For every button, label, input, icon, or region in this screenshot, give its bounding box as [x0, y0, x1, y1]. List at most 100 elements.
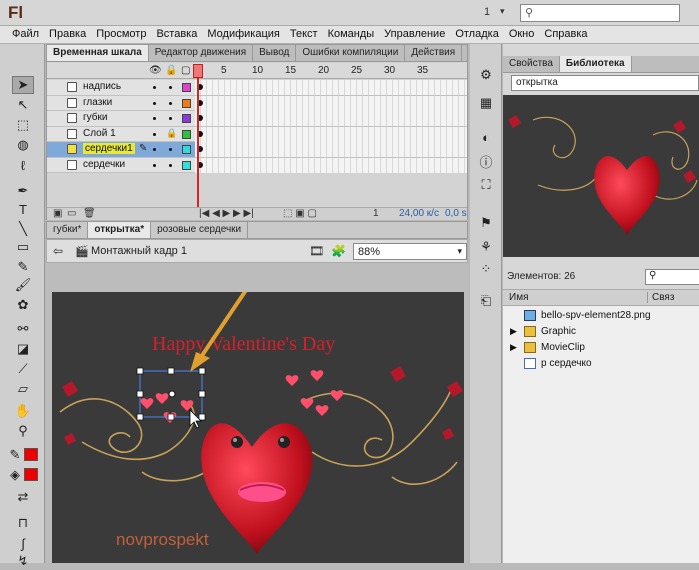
- eye-icon[interactable]: 👁: [149, 65, 162, 76]
- layer-frames[interactable]: [195, 157, 467, 173]
- line-tool-icon[interactable]: ╲: [12, 220, 34, 238]
- doc-tab-card[interactable]: открытка*: [88, 222, 152, 238]
- layer-color-swatch[interactable]: [182, 114, 191, 123]
- tab-compiler-errors[interactable]: Ошибки компиляции: [296, 45, 406, 61]
- info-icon[interactable]: ⓘ: [475, 152, 497, 170]
- playhead-handle[interactable]: [193, 64, 203, 78]
- color-icon[interactable]: ◐: [475, 128, 497, 146]
- outline-icon[interactable]: ▢: [181, 65, 190, 76]
- layer-frames[interactable]: [195, 126, 467, 142]
- pen-tool-icon[interactable]: ✒: [12, 182, 34, 200]
- doc-tab-lips[interactable]: губки*: [47, 222, 89, 238]
- movie-explorer-icon[interactable]: ⎗: [475, 292, 497, 310]
- layer-name[interactable]: надпись: [83, 81, 121, 92]
- visibility-dot[interactable]: [153, 163, 156, 167]
- visibility-dot[interactable]: [153, 117, 156, 120]
- frame-rate[interactable]: 24,00 к/с: [399, 208, 439, 219]
- tab-library[interactable]: Библиотека: [559, 56, 632, 72]
- menu-edit[interactable]: Правка: [45, 26, 92, 43]
- workspace-switcher[interactable]: 1: [484, 6, 490, 18]
- layer-frames[interactable]: [195, 80, 467, 95]
- motion-presets-icon[interactable]: ⚘: [475, 238, 497, 256]
- layer-frames[interactable]: [195, 142, 467, 157]
- text-tool-icon[interactable]: T: [12, 200, 34, 218]
- layer-row[interactable]: сердечки: [47, 157, 467, 173]
- code-snippets-icon[interactable]: ⁘: [475, 260, 497, 278]
- layer-frames[interactable]: [195, 111, 467, 126]
- menu-debug[interactable]: Отладка: [451, 26, 504, 43]
- playback-controls-icon[interactable]: |◀ ◀ ▶ ▶ ▶|: [199, 208, 254, 219]
- menu-commands[interactable]: Команды: [324, 26, 381, 43]
- selection-tool-icon[interactable]: ➤: [12, 76, 34, 94]
- bone-tool-icon[interactable]: ⚯: [12, 320, 34, 338]
- tab-motion-editor[interactable]: Редактор движения: [149, 45, 254, 61]
- hand-tool-icon[interactable]: ✋: [12, 402, 34, 420]
- subselection-tool-icon[interactable]: ↖: [12, 96, 34, 114]
- layer-color-swatch[interactable]: [182, 83, 191, 92]
- swap-colors-icon[interactable]: ⇄: [12, 488, 34, 506]
- lock-dot[interactable]: [169, 148, 172, 151]
- smooth-option-icon[interactable]: ∫: [12, 534, 34, 552]
- edit-scene-icon[interactable]: 🎞: [309, 244, 324, 258]
- lock-dot[interactable]: [169, 101, 172, 105]
- new-folder-icon[interactable]: ▭: [67, 208, 76, 219]
- expand-arrow-icon[interactable]: ▶: [510, 326, 517, 337]
- rectangle-tool-icon[interactable]: ▭: [12, 238, 34, 256]
- lock-dot[interactable]: [169, 163, 172, 167]
- column-name[interactable]: Имя: [509, 292, 528, 303]
- menu-modify[interactable]: Модификация: [203, 26, 286, 43]
- snap-magnet-icon[interactable]: ⊓: [12, 514, 34, 532]
- playhead[interactable]: [197, 64, 199, 214]
- lock-dot[interactable]: [169, 117, 172, 120]
- straighten-option-icon[interactable]: ↯: [12, 552, 34, 570]
- library-document-select[interactable]: открытка: [511, 75, 699, 91]
- visibility-dot[interactable]: [153, 132, 156, 136]
- layer-color-swatch[interactable]: [182, 145, 191, 154]
- layer-color-swatch[interactable]: [182, 129, 191, 139]
- doc-tab-pink-hearts[interactable]: розовые сердечки: [151, 222, 249, 238]
- menu-help[interactable]: Справка: [540, 26, 593, 43]
- deco-tool-icon[interactable]: ✿: [12, 296, 34, 314]
- paint-bucket-tool-icon[interactable]: ◪: [12, 340, 34, 358]
- expand-arrow-icon[interactable]: ▶: [510, 342, 517, 353]
- pencil-tool-icon[interactable]: ✎: [12, 258, 34, 276]
- align-icon[interactable]: ▦: [475, 94, 497, 112]
- layer-row[interactable]: надпись: [47, 80, 467, 96]
- transform-icon[interactable]: ⛶: [475, 176, 497, 194]
- menu-control[interactable]: Управление: [380, 26, 451, 43]
- lasso-tool-icon[interactable]: ℓ: [12, 156, 34, 174]
- tab-timeline[interactable]: Временная шкала: [47, 45, 149, 61]
- layer-name[interactable]: глазки: [83, 97, 112, 108]
- zoom-tool-icon[interactable]: ⚲: [12, 422, 34, 440]
- zoom-select[interactable]: 88% ▾: [353, 243, 467, 260]
- layer-row[interactable]: губки: [47, 111, 467, 127]
- lock-icon[interactable]: 🔒: [165, 65, 177, 76]
- visibility-dot[interactable]: [153, 101, 156, 105]
- menu-text[interactable]: Текст: [286, 26, 324, 43]
- visibility-dot[interactable]: [153, 86, 156, 89]
- visibility-dot[interactable]: [153, 148, 156, 151]
- 3d-rotation-tool-icon[interactable]: ◍: [12, 136, 34, 154]
- layer-color-swatch[interactable]: [182, 98, 191, 108]
- layer-row[interactable]: Слой 1 🔒: [47, 126, 467, 142]
- stage[interactable]: Happy Valentine's Day novprospekt: [52, 257, 464, 563]
- layer-row[interactable]: глазки: [47, 95, 467, 111]
- edit-symbols-icon[interactable]: 🧩: [331, 244, 346, 258]
- eyedropper-tool-icon[interactable]: ⟋: [12, 360, 34, 378]
- delete-layer-icon[interactable]: 🗑: [83, 208, 96, 219]
- list-item[interactable]: р сердечко: [503, 356, 699, 372]
- swatches-icon[interactable]: ⚙: [475, 66, 497, 84]
- layer-row-selected[interactable]: сердечки1 ✎: [47, 142, 467, 158]
- menu-view[interactable]: Просмотр: [92, 26, 152, 43]
- onion-skin-icon[interactable]: ⬚ ▣ ▢: [283, 208, 317, 219]
- layer-color-swatch[interactable]: [182, 160, 191, 170]
- free-transform-tool-icon[interactable]: ⬚: [12, 116, 34, 134]
- list-item[interactable]: bello-spv-element28.png: [503, 308, 699, 324]
- layer-name[interactable]: сердечки: [83, 159, 125, 170]
- list-item[interactable]: ▶ MovieClip: [503, 340, 699, 356]
- lock-dot[interactable]: [169, 86, 172, 89]
- components-icon[interactable]: ⚑: [475, 214, 497, 232]
- scene-label[interactable]: Монтажный кадр 1: [91, 245, 187, 257]
- tab-output[interactable]: Вывод: [253, 45, 297, 61]
- layer-name[interactable]: губки: [83, 112, 107, 123]
